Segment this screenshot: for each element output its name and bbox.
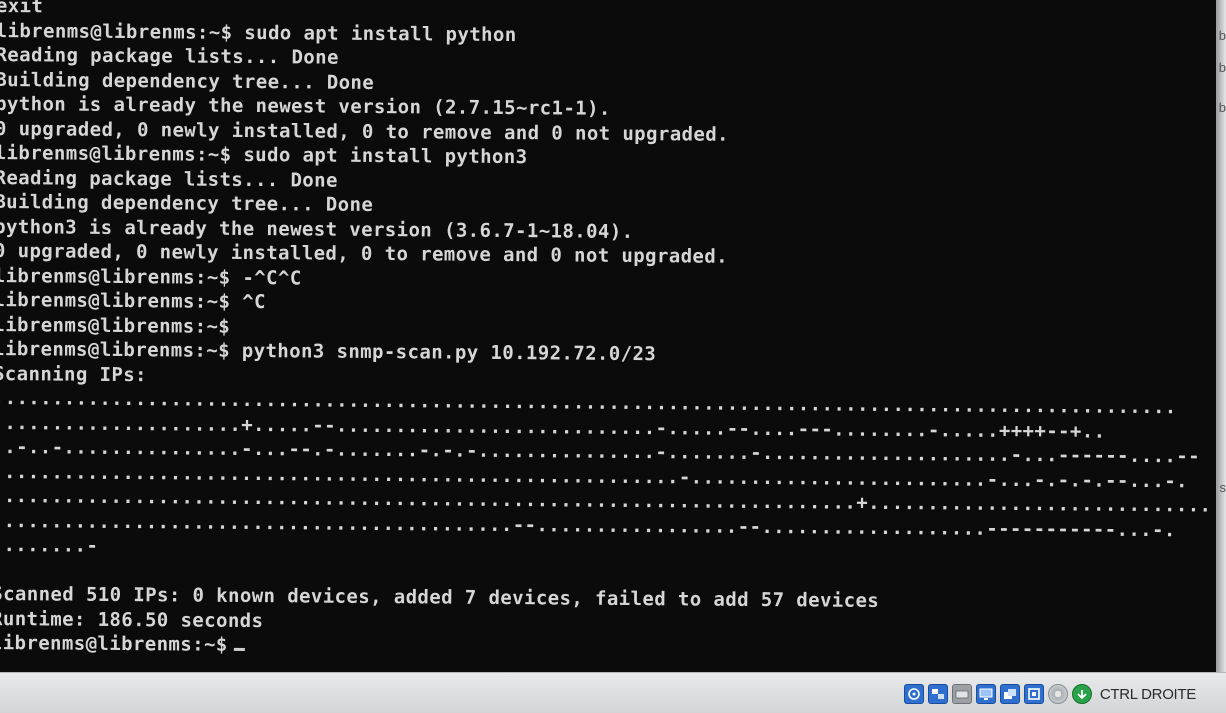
terminal-console[interactable]: exit librenms@librenms:~$ sudo apt insta…: [0, 0, 1216, 672]
mouse-integration-icon[interactable]: [1072, 684, 1092, 704]
edge-glyph: b: [1219, 28, 1226, 43]
optical-drive-icon[interactable]: [952, 684, 972, 704]
status-bar-icons: CTRL DROITE: [904, 682, 1196, 706]
edge-glyph: b: [1219, 60, 1226, 75]
host-key-label: CTRL DROITE: [1100, 686, 1196, 703]
window-edge: b b b s: [1216, 0, 1226, 672]
hard-disk-icon[interactable]: [904, 684, 924, 704]
virtualbox-vm-window: exit librenms@librenms:~$ sudo apt insta…: [0, 0, 1226, 712]
edge-glyph: b: [1219, 100, 1226, 115]
capture-icon[interactable]: [1024, 684, 1044, 704]
vm-status-bar: CTRL DROITE: [0, 672, 1226, 713]
network-icon[interactable]: [928, 684, 948, 704]
terminal-output: exit librenms@librenms:~$ sudo apt insta…: [0, 0, 1215, 665]
shell-prompt: librenms@librenms:~$: [0, 632, 228, 656]
display-icon[interactable]: [976, 684, 996, 704]
text-cursor: [234, 648, 245, 651]
usb-icon[interactable]: [1048, 684, 1068, 704]
edge-glyph: s: [1220, 480, 1226, 495]
shared-folders-icon[interactable]: [1000, 684, 1020, 704]
